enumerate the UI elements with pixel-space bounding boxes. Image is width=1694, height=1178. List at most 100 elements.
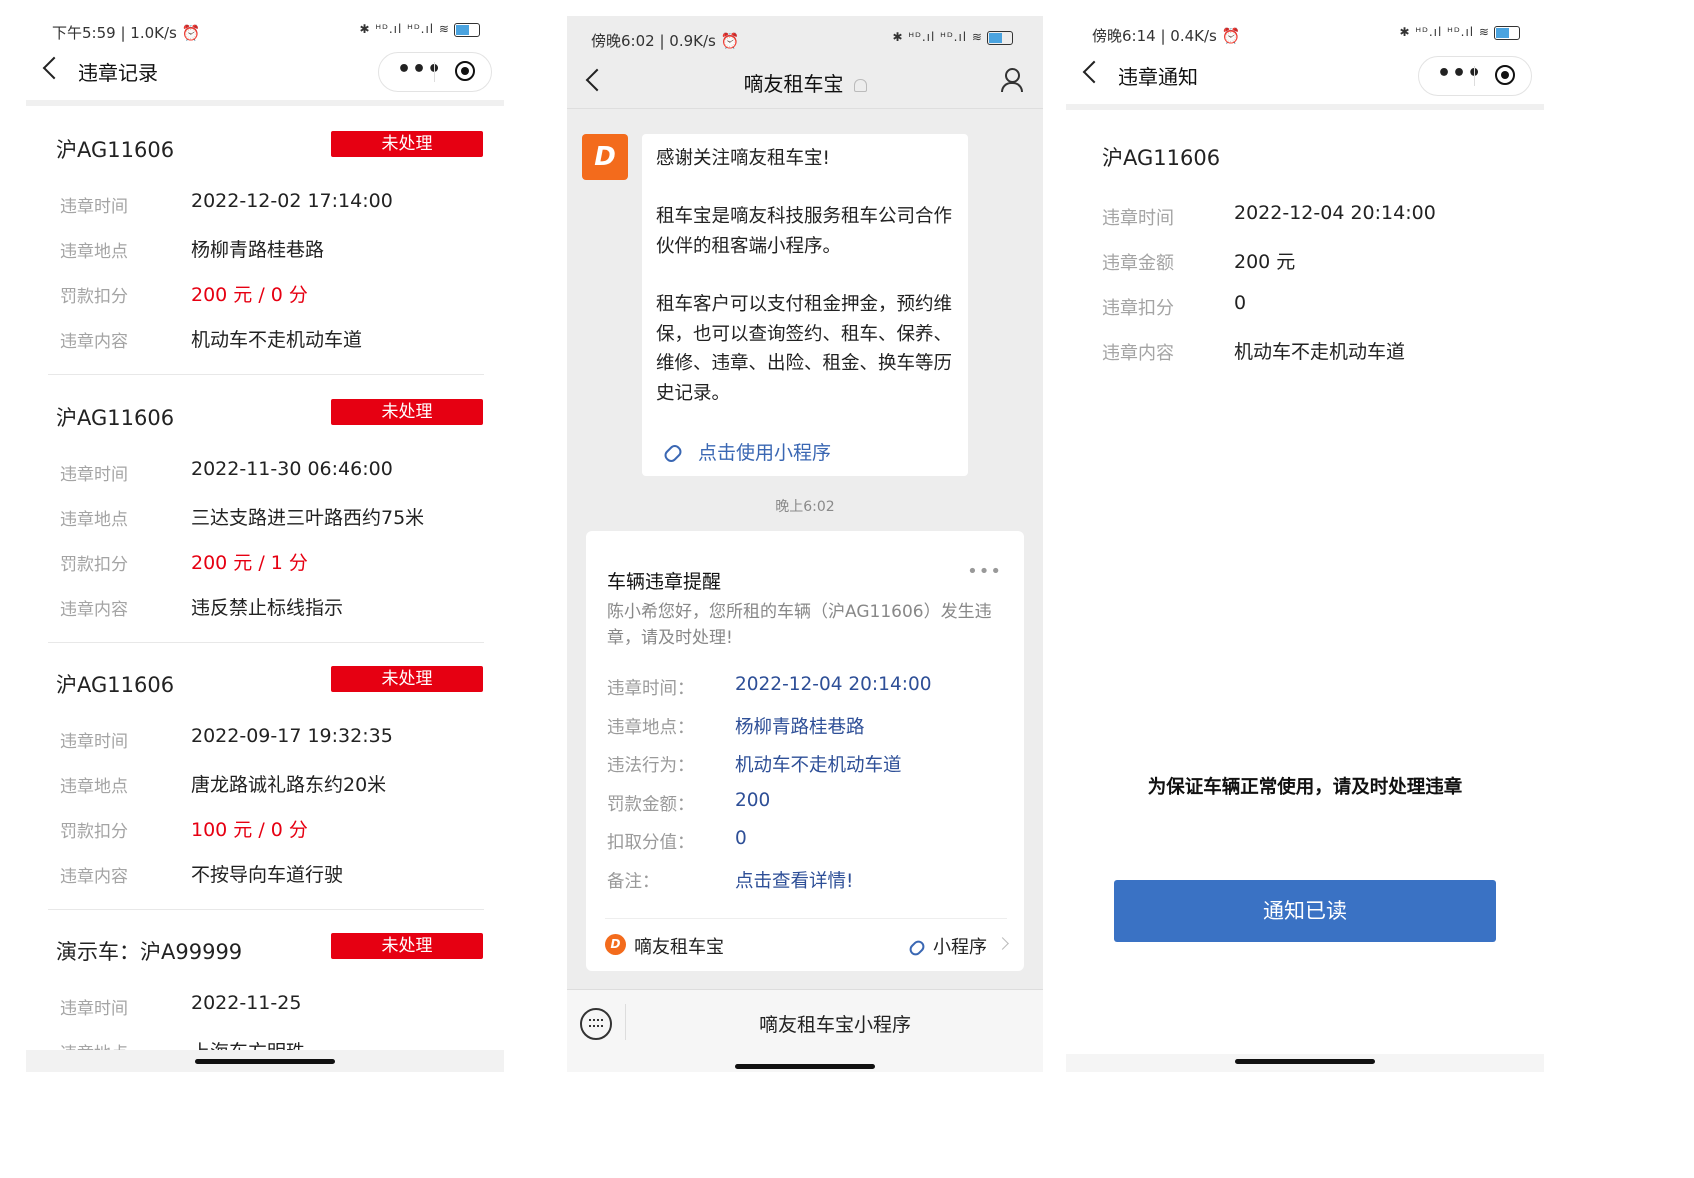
- target-icon[interactable]: [1495, 65, 1515, 85]
- plate-number: 沪AG11606: [56, 406, 175, 430]
- field-label: 违章地点: [60, 242, 128, 262]
- card-field-label: 违章时间：: [607, 679, 695, 699]
- keyboard-icon[interactable]: [580, 1008, 612, 1040]
- chat-bottom-bar: 嘀友租车宝小程序: [567, 989, 1043, 1072]
- field-label: 违章时间: [60, 999, 128, 1019]
- field-label: 违章内容: [60, 332, 128, 352]
- field-label: 罚款扣分: [60, 822, 128, 842]
- brand-logo-icon: D: [605, 934, 626, 955]
- plate-number: 演示车：沪A99999: [56, 940, 243, 964]
- message-line-1: 感谢关注嘀友租车宝!: [656, 148, 830, 169]
- status-badge: 未处理: [331, 399, 483, 425]
- field-label: 违章时间: [60, 732, 128, 752]
- card-field-label: 违章地点：: [607, 717, 695, 738]
- back-icon[interactable]: [42, 56, 66, 80]
- field-value: 100 元 / 0 分: [191, 819, 308, 841]
- field-value: 2022-09-17 19:32:35: [191, 725, 393, 747]
- card-field-value: 200: [735, 789, 771, 811]
- brand-avatar[interactable]: D: [582, 134, 628, 180]
- target-icon[interactable]: [455, 61, 475, 81]
- mini-program-menu-button[interactable]: 嘀友租车宝小程序: [627, 1010, 1043, 1037]
- message-line-3: 租车客户可以支付租金押金，预约维保，也可以查询签约、租车、保养、维修、违章、出险…: [656, 294, 953, 404]
- divider: [26, 100, 504, 106]
- card-title: 车辆违章提醒: [607, 571, 722, 593]
- signal-icon: ✱ ᴴᴰ.ıl ᴴᴰ.ıl ≋: [892, 30, 983, 44]
- field-value: 0: [1234, 292, 1247, 314]
- field-value: 200 元 / 0 分: [191, 284, 308, 306]
- open-mini-program-link[interactable]: 点击使用小程序: [662, 438, 831, 465]
- more-dots-icon[interactable]: •••: [967, 561, 1002, 582]
- field-label: 违章时间: [1102, 208, 1174, 229]
- home-indicator: [1235, 1059, 1375, 1064]
- message-time: 晚上6:02: [775, 499, 835, 515]
- field-label: 违章时间: [60, 465, 128, 485]
- link-icon: [907, 938, 927, 958]
- battery-icon: [1494, 25, 1520, 40]
- field-value: 2022-12-02 17:14:00: [191, 190, 393, 212]
- mini-program-capsule: •••: [1418, 56, 1532, 96]
- card-field-value[interactable]: 点击查看详情!: [735, 867, 853, 893]
- violation-records-screen: 下午5:59 | 1.0K/s ⏰ ✱ ᴴᴰ.ıl ᴴᴰ.ıl ≋ 违章记录 •…: [26, 16, 504, 1072]
- status-badge: 未处理: [331, 131, 483, 157]
- mini-program-capsule: •••: [378, 52, 492, 92]
- status-time: 傍晚6:14 | 0.4K/s ⏰: [1092, 27, 1241, 45]
- home-indicator: [735, 1064, 875, 1069]
- more-dots-icon[interactable]: •••: [1437, 61, 1482, 86]
- status-icons: ✱ ᴴᴰ.ıl ᴴᴰ.ıl ≋: [359, 22, 480, 37]
- warning-text: 为保证车辆正常使用，请及时处理违章: [1147, 777, 1463, 798]
- field-label: 罚款扣分: [60, 555, 128, 575]
- field-value: 机动车不走机动车道: [191, 329, 363, 351]
- chat-screen: 傍晚6:02 | 0.9K/s ⏰ ✱ ᴴᴰ.ıl ᴴᴰ.ıl ≋ 嘀友租车宝 …: [567, 16, 1043, 1072]
- field-value: 200 元 / 1 分: [191, 552, 308, 574]
- status-time: 傍晚6:02 | 0.9K/s ⏰: [591, 32, 740, 50]
- card-description: 陈小希您好，您所租的车辆（沪AG11606）发生违章，请及时处理!: [607, 602, 992, 648]
- nav-bar: 违章通知 •••: [1066, 48, 1544, 104]
- mark-read-button[interactable]: 通知已读: [1114, 880, 1496, 942]
- chevron-right-icon: [996, 937, 1009, 950]
- status-icons: ✱ ᴴᴰ.ıl ᴴᴰ.ıl ≋: [1399, 25, 1520, 40]
- card-field-value: 机动车不走机动车道: [735, 755, 902, 776]
- message-line-2: 租车宝是嘀友科技服务租车公司合作伙伴的租客端小程序。: [656, 206, 953, 257]
- mini-program-label: 小程序: [907, 933, 987, 959]
- battery-icon: [454, 22, 480, 37]
- record-divider: [48, 909, 484, 910]
- status-bar: 傍晚6:02 | 0.9K/s ⏰ ✱ ᴴᴰ.ıl ᴴᴰ.ıl ≋: [567, 16, 1043, 56]
- card-field-value: 杨柳青路桂巷路: [735, 716, 865, 738]
- field-value: 三达支路进三叶路西约75米: [191, 507, 425, 529]
- record-divider: [48, 642, 484, 643]
- field-value: 唐龙路诚礼路东约20米: [191, 774, 387, 796]
- more-dots-icon[interactable]: •••: [397, 57, 442, 82]
- card-field-value: 0: [735, 828, 747, 849]
- brand-name: 嘀友租车宝: [634, 937, 724, 958]
- signal-icon: ✱ ᴴᴰ.ıl ᴴᴰ.ıl ≋: [359, 22, 450, 36]
- back-icon[interactable]: [1082, 60, 1106, 84]
- home-indicator: [195, 1059, 335, 1064]
- field-label: 违章内容: [1102, 343, 1174, 364]
- field-label: 违章内容: [60, 867, 128, 887]
- card-field-label: 扣取分值：: [607, 833, 695, 853]
- card-field-label: 罚款金额：: [607, 794, 695, 815]
- field-label: 违章扣分: [1102, 298, 1174, 319]
- bell-mute-icon: [853, 79, 867, 92]
- violation-alert-card[interactable]: 车辆违章提醒 ••• 陈小希您好，您所租的车辆（沪AG11606）发生违章，请及…: [586, 531, 1024, 971]
- nav-bar: 嘀友租车宝: [567, 56, 1043, 109]
- field-value: 200 元: [1234, 251, 1296, 273]
- violation-notice-screen: 傍晚6:14 | 0.4K/s ⏰ ✱ ᴴᴰ.ıl ᴴᴰ.ıl ≋ 违章通知 •…: [1066, 16, 1544, 1072]
- card-field-value: 2022-12-04 20:14:00: [735, 674, 932, 695]
- user-icon[interactable]: [1001, 68, 1023, 92]
- field-label: 违章金额: [1102, 253, 1174, 274]
- card-field-label: 备注：: [607, 871, 660, 892]
- page-title: 违章记录: [78, 61, 158, 85]
- card-field-label: 违法行为：: [607, 756, 695, 776]
- field-label: 违章地点: [60, 510, 128, 530]
- field-value: 2022-11-25: [191, 992, 302, 1014]
- record-divider: [48, 374, 484, 375]
- field-value: 2022-11-30 06:46:00: [191, 458, 393, 480]
- plate-number: 沪AG11606: [56, 673, 175, 697]
- field-value: 2022-12-04 20:14:00: [1234, 202, 1436, 224]
- signal-icon: ✱ ᴴᴰ.ıl ᴴᴰ.ıl ≋: [1399, 25, 1490, 39]
- field-value: 杨柳青路桂巷路: [191, 239, 325, 261]
- card-footer[interactable]: D 嘀友租车宝 小程序: [605, 933, 1009, 959]
- chat-title: 嘀友租车宝: [743, 72, 844, 96]
- field-value: 违反禁止标线指示: [191, 597, 344, 619]
